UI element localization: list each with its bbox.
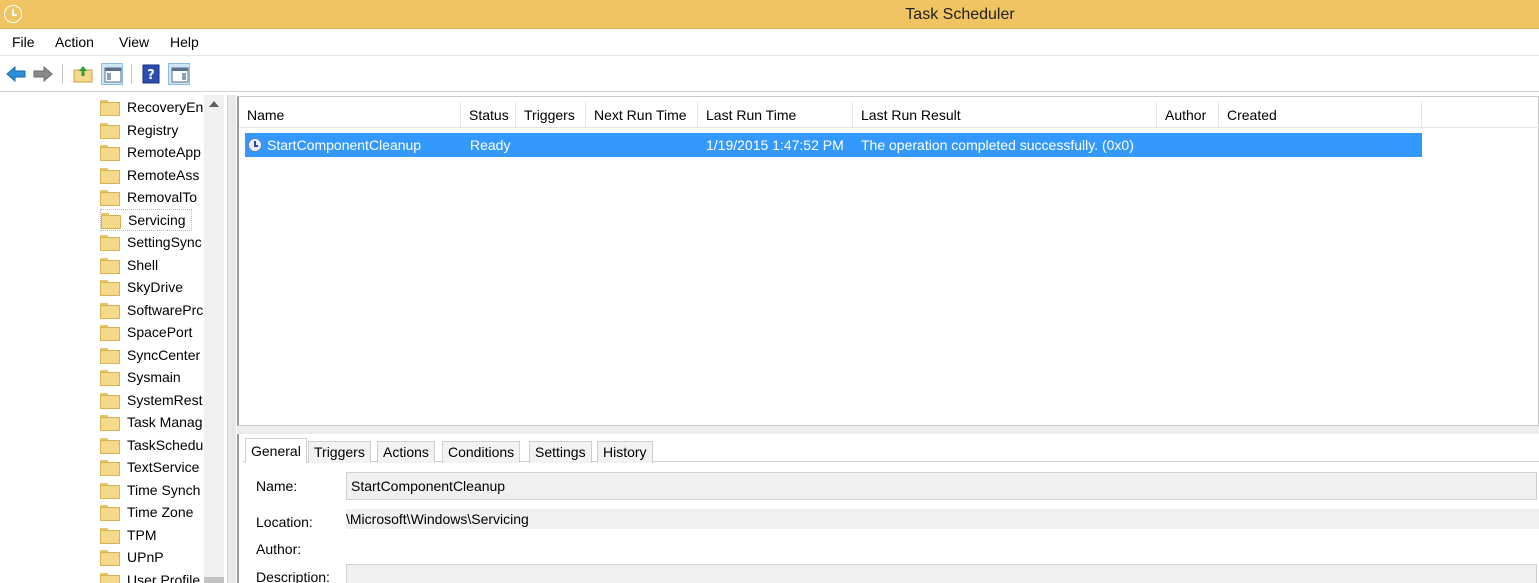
tree-item[interactable]: SpacePort (100, 321, 206, 343)
tree-item[interactable]: Task Manag (100, 411, 206, 433)
svg-text:?: ? (147, 68, 155, 83)
tree-item[interactable]: Shell (100, 254, 206, 276)
window-title: Task Scheduler (905, 6, 1015, 23)
folder-icon (100, 235, 120, 251)
tree-item[interactable]: TaskSchedu (100, 434, 206, 456)
tree-item[interactable]: SoftwarePrc (100, 299, 206, 321)
name-field[interactable]: StartComponentCleanup (346, 472, 1537, 500)
folder-icon (100, 325, 120, 341)
column-header-triggers[interactable]: Triggers (516, 102, 586, 128)
column-header-name[interactable]: Name (239, 102, 461, 128)
toolbar-separator (131, 64, 132, 84)
folder-icon (100, 190, 120, 206)
cell-name: StartComponentCleanup (267, 137, 422, 153)
column-header-next-run-time[interactable]: Next Run Time (586, 102, 698, 128)
folder-icon (100, 258, 120, 274)
folder-icon (100, 505, 120, 521)
tree-item[interactable]: Time Zone (100, 501, 206, 523)
folder-icon (100, 348, 120, 364)
folder-icon (100, 303, 120, 319)
task-details-pane: General Triggers Actions Conditions Sett… (237, 434, 1539, 583)
show-hide-action-pane-icon[interactable] (168, 63, 190, 85)
title-bar: Task Scheduler (0, 0, 1539, 29)
tree-item[interactable]: SkyDrive (100, 276, 206, 298)
author-label: Author: (256, 541, 302, 557)
folder-icon (100, 438, 120, 454)
menu-action[interactable]: Action (55, 34, 94, 50)
folder-icon (101, 213, 121, 229)
menu-help[interactable]: Help (170, 34, 199, 50)
tree-scroll-thumb[interactable] (204, 577, 224, 583)
tree-item-selected[interactable]: Servicing (100, 209, 192, 231)
folder-icon (100, 550, 120, 566)
tree-item[interactable]: SystemRest (100, 389, 206, 411)
tab-conditions[interactable]: Conditions (442, 441, 521, 463)
cell-status: Ready (470, 137, 511, 153)
cell-last-run-time: 1/19/2015 1:47:52 PM (706, 137, 844, 153)
tree-item[interactable]: RemoteAss (100, 164, 206, 186)
task-clock-icon (248, 138, 262, 152)
toolbar-separator (62, 64, 63, 84)
menu-file[interactable]: File (12, 34, 35, 50)
tree-vertical-scrollbar[interactable] (204, 95, 224, 583)
folder-icon (100, 145, 120, 161)
tree-item[interactable]: TPM (100, 524, 206, 546)
folder-icon (100, 460, 120, 476)
location-field[interactable]: \Microsoft\Windows\Servicing (346, 509, 1539, 529)
tab-history[interactable]: History (597, 441, 653, 463)
details-tabs: General Triggers Actions Conditions Sett… (243, 438, 1539, 463)
tree-item[interactable]: Registry (100, 119, 206, 141)
tree-item[interactable]: SettingSync (100, 231, 206, 253)
tab-actions[interactable]: Actions (377, 441, 435, 463)
description-field[interactable] (346, 564, 1537, 583)
task-list-header: Name Status Triggers Next Run Time Last … (239, 102, 1539, 128)
column-header-last-run-result[interactable]: Last Run Result (853, 102, 1157, 128)
tab-settings[interactable]: Settings (529, 441, 592, 463)
column-header-last-run-time[interactable]: Last Run Time (698, 102, 853, 128)
table-row[interactable]: StartComponentCleanup Ready 1/19/2015 1:… (245, 133, 1422, 157)
tree-item[interactable]: Time Synch (100, 479, 206, 501)
folder-icon (100, 123, 120, 139)
tree-item[interactable]: TextService (100, 456, 206, 478)
tree-item[interactable]: RemoteApp (100, 141, 206, 163)
show-hide-console-tree-icon[interactable] (101, 63, 123, 85)
horizontal-splitter[interactable] (237, 426, 1539, 434)
toolbar: ? (0, 56, 1539, 92)
tree-item[interactable]: Sysmain (100, 366, 206, 388)
tree-item[interactable]: RecoveryEn (100, 96, 206, 118)
task-list[interactable]: Name Status Triggers Next Run Time Last … (237, 96, 1539, 426)
location-label: Location: (256, 514, 313, 530)
tree-item[interactable]: UPnP (100, 546, 206, 568)
column-header-created[interactable]: Created (1219, 102, 1422, 128)
name-label: Name: (256, 478, 298, 494)
cell-last-run-result: The operation completed successfully. (0… (861, 137, 1134, 153)
folder-icon (100, 280, 120, 296)
vertical-splitter[interactable] (228, 95, 236, 583)
tree-item[interactable]: User Profile (100, 569, 206, 583)
folder-icon (100, 483, 120, 499)
folder-icon (100, 415, 120, 431)
console-tree[interactable]: RecoveryEn Registry RemoteApp RemoteAss … (0, 95, 228, 583)
folder-icon (100, 393, 120, 409)
menu-bar: File Action View Help (0, 29, 1539, 56)
folder-icon (100, 370, 120, 386)
column-header-author[interactable]: Author (1157, 102, 1219, 128)
tree-item[interactable]: SyncCenter (100, 344, 206, 366)
tree-item[interactable]: RemovalTo (100, 186, 206, 208)
folder-icon (100, 573, 120, 583)
folder-icon (100, 168, 120, 184)
tab-triggers[interactable]: Triggers (308, 441, 371, 463)
column-header-status[interactable]: Status (461, 102, 516, 128)
folder-icon (100, 100, 120, 116)
menu-view[interactable]: View (119, 34, 149, 50)
help-icon[interactable]: ? (140, 63, 162, 85)
folder-icon (100, 528, 120, 544)
tab-general[interactable]: General (245, 438, 307, 463)
scroll-up-arrow-icon[interactable] (209, 101, 219, 107)
forward-arrow-icon[interactable] (32, 63, 54, 85)
up-folder-icon[interactable] (72, 63, 94, 85)
back-arrow-icon[interactable] (5, 63, 27, 85)
description-label: Description: (256, 569, 330, 583)
